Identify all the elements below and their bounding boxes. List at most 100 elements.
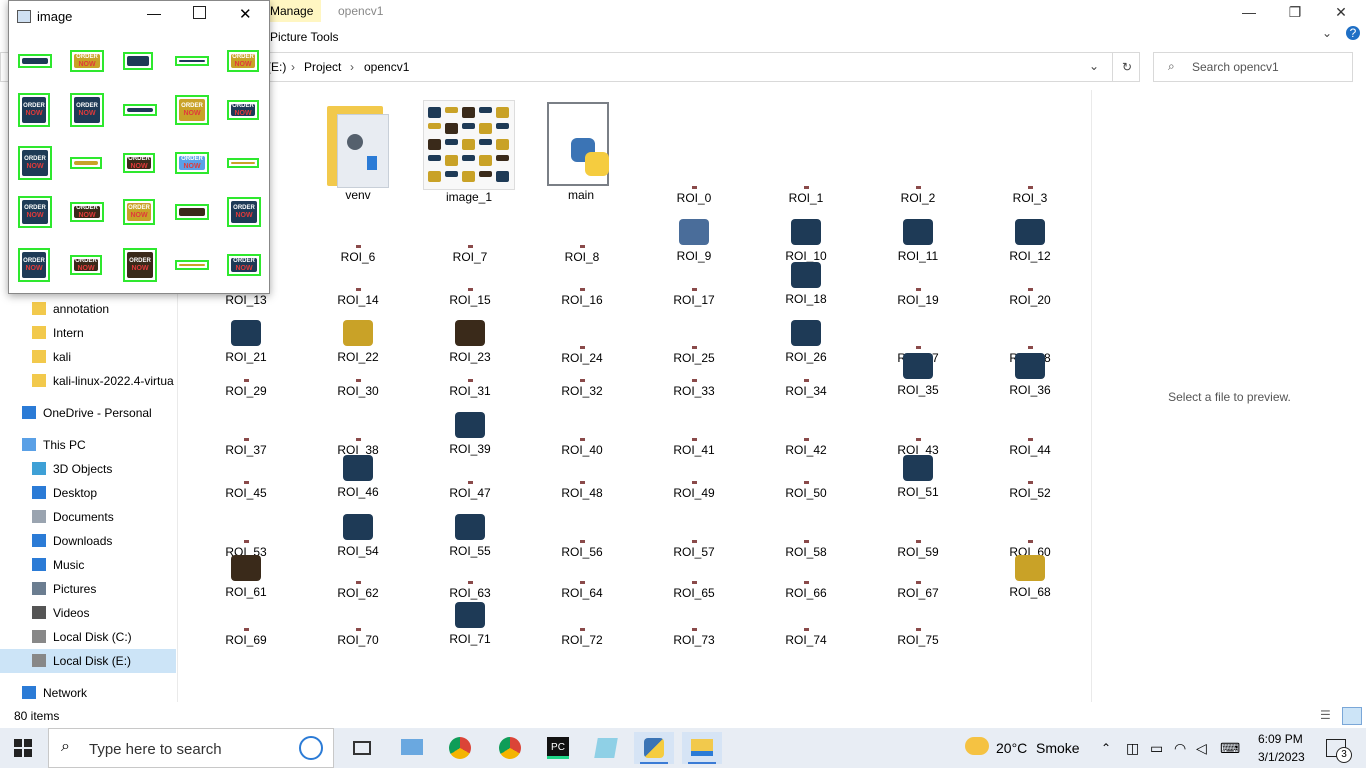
- image-file-roi-56[interactable]: ROI_56: [532, 540, 632, 559]
- nav-item-network[interactable]: Network: [0, 681, 176, 705]
- image-file-roi-8[interactable]: ROI_8: [532, 245, 632, 264]
- image-file-roi-23[interactable]: ROI_23: [420, 320, 520, 364]
- image-file-roi-15[interactable]: ROI_15: [420, 288, 520, 307]
- refresh-icon[interactable]: ↻: [1112, 53, 1141, 81]
- close-button[interactable]: ✕: [239, 5, 252, 23]
- image-file-roi-40[interactable]: ROI_40: [532, 438, 632, 457]
- image-file-roi-39[interactable]: ROI_39: [420, 412, 520, 456]
- nav-item-kali-linux-2022-4-virtua[interactable]: kali-linux-2022.4-virtua: [0, 369, 176, 393]
- image-file-roi-75[interactable]: ROI_75: [868, 628, 968, 647]
- image-file-roi-37[interactable]: ROI_37: [196, 438, 296, 457]
- image-file-roi-63[interactable]: ROI_63: [420, 581, 520, 600]
- nav-item-local-disk-c-[interactable]: Local Disk (C:): [0, 625, 176, 649]
- image-file-roi-6[interactable]: ROI_6: [308, 245, 408, 264]
- nav-item-annotation[interactable]: annotation: [0, 297, 176, 321]
- close-button[interactable]: ✕: [1318, 0, 1364, 24]
- image-file-roi-12[interactable]: ROI_12: [980, 219, 1080, 263]
- weather-description[interactable]: Smoke: [1036, 728, 1080, 768]
- image-file-roi-61[interactable]: ROI_61: [196, 555, 296, 599]
- image-file-roi-31[interactable]: ROI_31: [420, 379, 520, 398]
- folder-venv[interactable]: venv: [308, 100, 408, 202]
- image-window[interactable]: image — ✕ ORDER NOW ORDER NOW ORDER NOW ORDER N…: [8, 0, 270, 294]
- image-file-roi-58[interactable]: ROI_58: [756, 540, 856, 559]
- nav-item-3d-objects[interactable]: 3D Objects: [0, 457, 176, 481]
- python-window-icon[interactable]: [634, 732, 674, 764]
- image-file-roi-47[interactable]: ROI_47: [420, 481, 520, 500]
- maximize-button[interactable]: [193, 6, 206, 19]
- image-file-roi-29[interactable]: ROI_29: [196, 379, 296, 398]
- search-input[interactable]: ⌕ Search opencv1: [1153, 52, 1353, 82]
- manage-tab[interactable]: Manage: [262, 0, 322, 22]
- restore-button[interactable]: ❐: [1272, 0, 1318, 24]
- image-file-roi-18[interactable]: ROI_18: [756, 262, 856, 306]
- image-file-roi-66[interactable]: ROI_66: [756, 581, 856, 600]
- image-file-roi-46[interactable]: ROI_46: [308, 455, 408, 499]
- image-file-roi-13[interactable]: ROI_13: [196, 288, 296, 307]
- picture-tools-tab[interactable]: Picture Tools: [262, 26, 346, 48]
- volume-icon[interactable]: ◁: [1196, 728, 1207, 768]
- image-file-roi-71[interactable]: ROI_71: [420, 602, 520, 646]
- help-icon[interactable]: ?: [1346, 26, 1360, 40]
- nav-item-local-disk-e-[interactable]: Local Disk (E:): [0, 649, 176, 673]
- nav-item-desktop[interactable]: Desktop: [0, 481, 176, 505]
- pycharm-icon[interactable]: PC: [538, 732, 578, 764]
- image-file-roi-69[interactable]: ROI_69: [196, 628, 296, 647]
- nav-item-downloads[interactable]: Downloads: [0, 529, 176, 553]
- image-file-roi-73[interactable]: ROI_73: [644, 628, 744, 647]
- image-file-roi-49[interactable]: ROI_49: [644, 481, 744, 500]
- image-file-roi-72[interactable]: ROI_72: [532, 628, 632, 647]
- image-file-roi-54[interactable]: ROI_54: [308, 514, 408, 558]
- minimize-button[interactable]: —: [147, 5, 161, 21]
- address-dropdown-icon[interactable]: ⌄: [1089, 59, 1099, 73]
- image-file-roi-36[interactable]: ROI_36: [980, 353, 1080, 397]
- image-file-roi-26[interactable]: ROI_26: [756, 320, 856, 364]
- image-file-roi-67[interactable]: ROI_67: [868, 581, 968, 600]
- image-file-roi-42[interactable]: ROI_42: [756, 438, 856, 457]
- image-file-roi-59[interactable]: ROI_59: [868, 540, 968, 559]
- nav-item-kali[interactable]: kali: [0, 345, 176, 369]
- minimize-button[interactable]: —: [1226, 0, 1272, 24]
- image-file-roi-24[interactable]: ROI_24: [532, 346, 632, 365]
- large-icons-view-icon[interactable]: [1342, 707, 1362, 725]
- image-file-roi-44[interactable]: ROI_44: [980, 438, 1080, 457]
- chrome-profile-icon[interactable]: [490, 732, 530, 764]
- clock-time[interactable]: 6:09 PM: [1258, 732, 1303, 746]
- task-view-icon[interactable]: [342, 732, 382, 764]
- battery-icon[interactable]: ▭: [1150, 728, 1163, 768]
- image-file-roi-7[interactable]: ROI_7: [420, 245, 520, 264]
- image-file-roi-25[interactable]: ROI_25: [644, 346, 744, 365]
- headset-icon[interactable]: ◫: [1126, 728, 1139, 768]
- nav-item-intern[interactable]: Intern: [0, 321, 176, 345]
- keyboard-icon[interactable]: ⌨: [1220, 728, 1240, 768]
- image-file-roi-41[interactable]: ROI_41: [644, 438, 744, 457]
- image-file-roi-14[interactable]: ROI_14: [308, 288, 408, 307]
- chrome-icon[interactable]: [440, 732, 480, 764]
- wifi-icon[interactable]: ◠: [1174, 728, 1186, 768]
- image-file-roi-48[interactable]: ROI_48: [532, 481, 632, 500]
- image-file-roi-62[interactable]: ROI_62: [308, 581, 408, 600]
- image-file-roi-22[interactable]: ROI_22: [308, 320, 408, 364]
- image-file-roi-1[interactable]: ROI_1: [756, 186, 856, 205]
- nav-item-onedrive-personal[interactable]: OneDrive - Personal: [0, 401, 176, 425]
- image-file-roi-2[interactable]: ROI_2: [868, 186, 968, 205]
- image-file-roi-16[interactable]: ROI_16: [532, 288, 632, 307]
- image-file-roi-21[interactable]: ROI_21: [196, 320, 296, 364]
- image-window-titlebar[interactable]: image — ✕: [9, 1, 269, 31]
- image-file-roi-64[interactable]: ROI_64: [532, 581, 632, 600]
- image-file-roi-68[interactable]: ROI_68: [980, 555, 1080, 599]
- details-view-icon[interactable]: ☰: [1320, 708, 1338, 724]
- image-file-roi-51[interactable]: ROI_51: [868, 455, 968, 499]
- nav-item-music[interactable]: Music: [0, 553, 176, 577]
- image-file-roi-19[interactable]: ROI_19: [868, 288, 968, 307]
- image-file-roi-3[interactable]: ROI_3: [980, 186, 1080, 205]
- bing-icon[interactable]: [299, 736, 323, 760]
- breadcrumb-opencv1[interactable]: opencv1: [364, 60, 409, 74]
- nav-item-this-pc[interactable]: This PC: [0, 433, 176, 457]
- file-explorer-icon[interactable]: [682, 732, 722, 764]
- image-file-roi-65[interactable]: ROI_65: [644, 581, 744, 600]
- image-file-roi-70[interactable]: ROI_70: [308, 628, 408, 647]
- image-file-roi-30[interactable]: ROI_30: [308, 379, 408, 398]
- image-file-roi-50[interactable]: ROI_50: [756, 481, 856, 500]
- taskbar-search-box[interactable]: ⌕ Type here to search: [48, 728, 334, 768]
- nav-item-documents[interactable]: Documents: [0, 505, 176, 529]
